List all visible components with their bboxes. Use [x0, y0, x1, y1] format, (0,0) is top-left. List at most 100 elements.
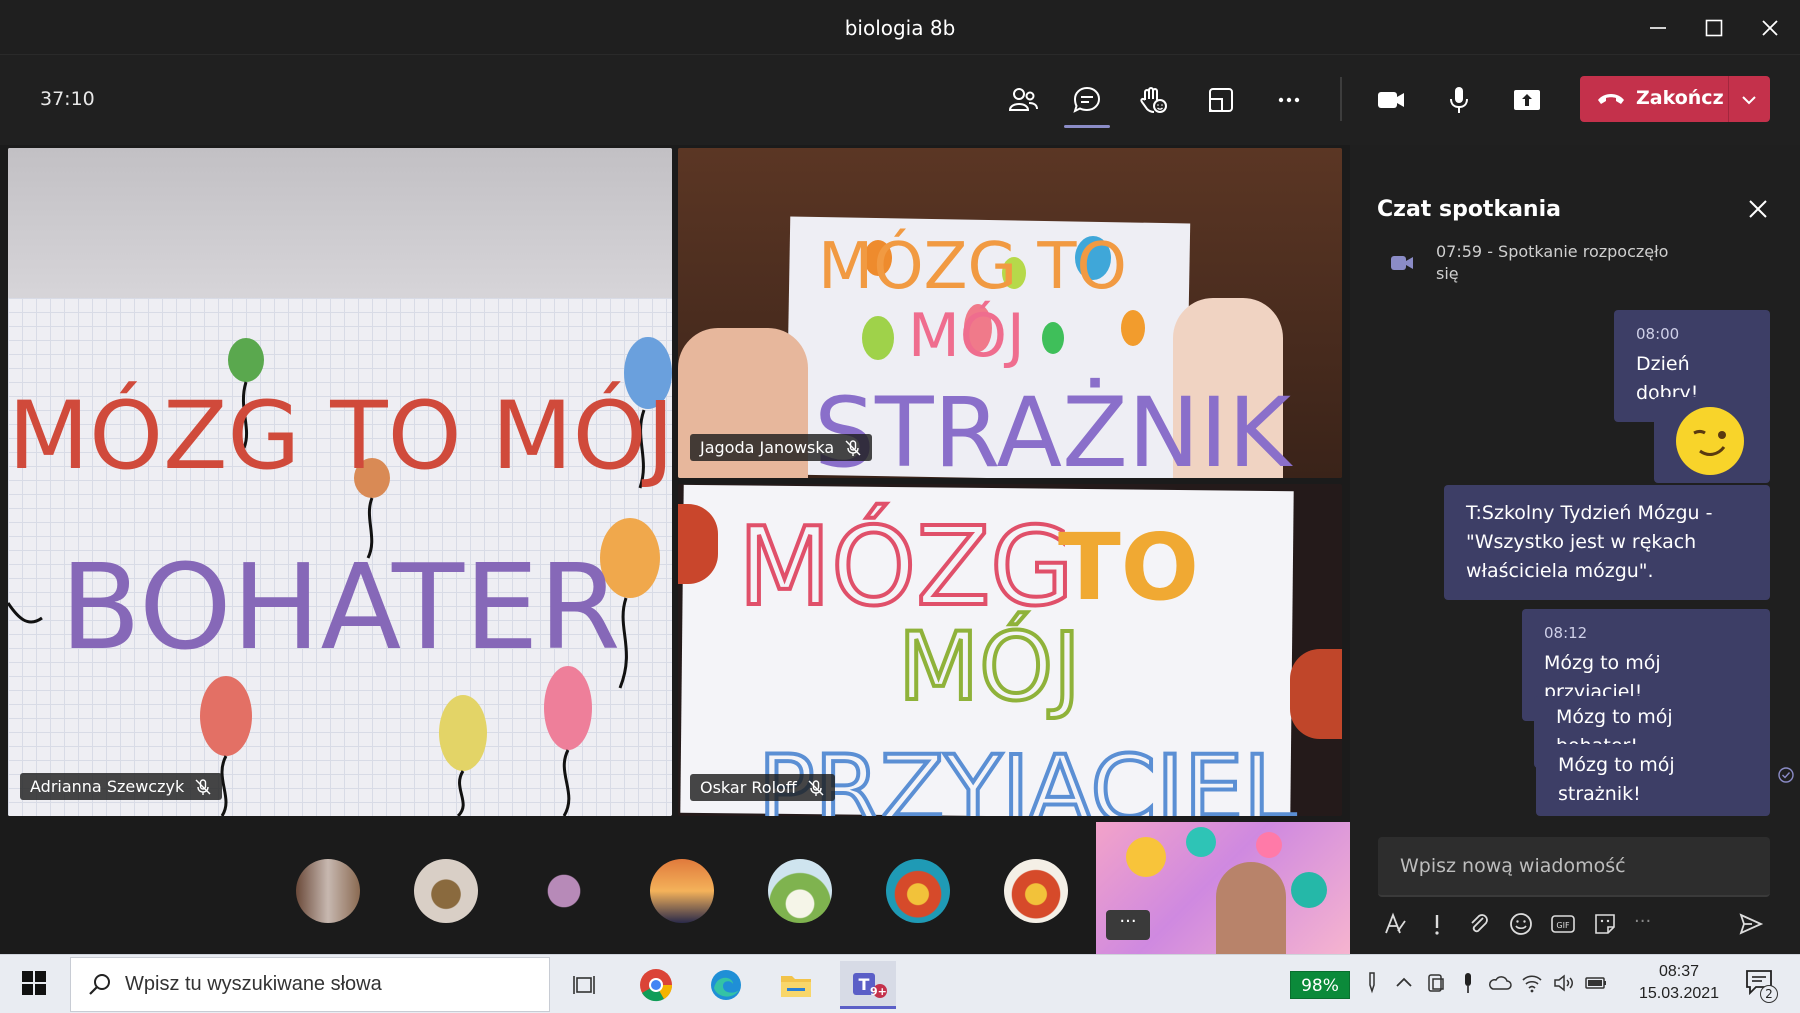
reactions-icon: [1140, 87, 1167, 113]
taskbar-clock[interactable]: 08:37 15.03.2021: [1634, 961, 1724, 1005]
participant-name: Jagoda Janowska: [700, 438, 835, 457]
participant-name-tag: Oskar Roloff: [690, 774, 835, 801]
decor-sphere: [1256, 832, 1282, 858]
emoji-icon[interactable]: [1508, 911, 1534, 937]
camera-button[interactable]: [1368, 77, 1414, 123]
poster-text-line3: PRZYJACIEL: [758, 736, 1296, 816]
video-tile-jagoda[interactable]: MÓZG TO MÓJ STRAŻNIK Jagoda Janowska: [678, 148, 1342, 478]
participants-button[interactable]: [1000, 77, 1046, 123]
close-icon[interactable]: [1746, 197, 1770, 221]
search-input[interactable]: [125, 958, 545, 1011]
format-icon[interactable]: [1382, 911, 1408, 937]
participant-avatar[interactable]: [1004, 859, 1068, 923]
close-icon: [1761, 19, 1778, 36]
system-message: 07:59 - Spotkanie rozpoczęło się: [1436, 242, 1669, 283]
person-silhouette: [1216, 862, 1286, 954]
participant-avatar[interactable]: [414, 859, 478, 923]
teams-badge: 9+: [870, 985, 887, 998]
close-window-button[interactable]: [1742, 0, 1797, 55]
edge-app[interactable]: [698, 961, 754, 1009]
meeting-started-icon: [1391, 256, 1413, 270]
more-icon: [1278, 97, 1300, 103]
battery-icon[interactable]: [1584, 971, 1608, 995]
windows-logo-icon: [22, 971, 46, 995]
rooms-button[interactable]: [1198, 77, 1244, 123]
end-call-split: [1728, 76, 1729, 122]
seen-check-icon: [1778, 767, 1794, 783]
poster-text-line2: MÓJ: [908, 300, 1025, 371]
minimize-button[interactable]: [1630, 0, 1685, 55]
start-button[interactable]: [6, 959, 62, 1007]
edge-icon: [711, 970, 741, 1000]
video-tile-oskar[interactable]: MÓZG TO MÓJ PRZYJACIEL Oskar Roloff: [678, 484, 1342, 816]
teams-app[interactable]: T 9+: [840, 961, 896, 1009]
microphone-button[interactable]: [1436, 77, 1482, 123]
message-input[interactable]: [1378, 837, 1770, 895]
chat-icon: [1073, 86, 1101, 113]
participant-avatar[interactable]: [886, 859, 950, 923]
chrome-icon: [640, 969, 673, 1002]
poster-drawing: MÓZG TO MÓJ STRAŻNIK: [814, 228, 1293, 478]
device-icon[interactable]: [1424, 971, 1448, 995]
sticker-icon[interactable]: [1592, 911, 1618, 937]
hang-up-icon: [1598, 94, 1624, 104]
attach-icon[interactable]: [1466, 911, 1492, 937]
file-explorer-app[interactable]: [768, 961, 824, 1009]
share-screen-icon: [1514, 90, 1540, 110]
chevron-down-icon[interactable]: [1738, 89, 1760, 111]
send-icon[interactable]: [1738, 911, 1764, 937]
toolbar-separator: [1340, 77, 1342, 121]
gif-icon[interactable]: GIF: [1550, 911, 1576, 937]
clock-time: 08:37: [1658, 963, 1700, 980]
title-bar: biologia 8b: [0, 0, 1800, 55]
message-time: 08:00: [1636, 325, 1680, 343]
poster-text-line1: MÓZG TO MÓJ: [8, 380, 672, 491]
window-title: biologia 8b: [844, 16, 956, 40]
chevron-up-icon[interactable]: [1392, 971, 1416, 995]
folder-icon: [781, 976, 811, 997]
share-button[interactable]: [1504, 77, 1550, 123]
poster-text-line1b: TO: [1058, 514, 1199, 621]
decor-sphere: [1186, 827, 1216, 857]
participant-name-tag: Jagoda Janowska: [690, 434, 873, 461]
important-icon[interactable]: [1424, 911, 1450, 937]
more-compose-options[interactable]: ···: [1634, 911, 1660, 937]
svg-text:T: T: [859, 975, 870, 994]
search-icon: [89, 974, 110, 995]
mic-off-icon: [195, 778, 211, 795]
teams-meeting-window: biologia 8b 37:10 Zakończ MÓZG TO MÓJ BO…: [0, 0, 1800, 1013]
meeting-toolbar: 37:10 Zakończ: [0, 55, 1800, 145]
participant-avatar[interactable]: [296, 859, 360, 923]
poster-text-line1: MÓZG TO: [818, 228, 1127, 304]
decor-sphere: [1126, 837, 1166, 877]
more-options-button[interactable]: ···: [1106, 910, 1150, 940]
participant-avatar[interactable]: [768, 859, 832, 923]
self-video-preview[interactable]: ···: [1096, 822, 1350, 954]
pen-icon[interactable]: [1360, 971, 1384, 995]
poster-text-line3: STRAŻNIK: [814, 377, 1293, 478]
battery-percentage[interactable]: 98%: [1290, 971, 1350, 999]
compose-toolbar: GIF ···: [1378, 905, 1778, 945]
task-view-button[interactable]: [556, 961, 612, 1009]
raise-hand-button[interactable]: [1130, 77, 1176, 123]
microphone-tray-icon[interactable]: [1456, 971, 1480, 995]
participant-name-tag: Adrianna Szewczyk: [20, 773, 223, 800]
video-tile-adrianna[interactable]: MÓZG TO MÓJ BOHATER Adrianna Szewczyk: [8, 148, 672, 816]
more-actions-button[interactable]: [1266, 77, 1312, 123]
wifi-icon[interactable]: [1520, 971, 1544, 995]
volume-icon[interactable]: [1552, 971, 1576, 995]
maximize-button[interactable]: [1686, 0, 1741, 55]
message-text: T:Szkolny Tydzień Mózgu - "Wszystko jest…: [1466, 502, 1713, 582]
participant-name: Oskar Roloff: [700, 778, 797, 797]
participant-avatar[interactable]: [532, 859, 596, 923]
onedrive-icon[interactable]: [1488, 971, 1512, 995]
participant-avatar[interactable]: [650, 859, 714, 923]
decor-sphere: [1291, 872, 1327, 908]
chat-button[interactable]: [1064, 77, 1110, 123]
notification-center-button[interactable]: 2: [1740, 965, 1780, 1005]
minimize-icon: [1649, 26, 1666, 29]
end-call-button[interactable]: Zakończ: [1580, 76, 1770, 122]
people-icon: [1008, 88, 1038, 111]
chrome-app[interactable]: [628, 961, 684, 1009]
chat-emoji-message: [1654, 397, 1770, 483]
